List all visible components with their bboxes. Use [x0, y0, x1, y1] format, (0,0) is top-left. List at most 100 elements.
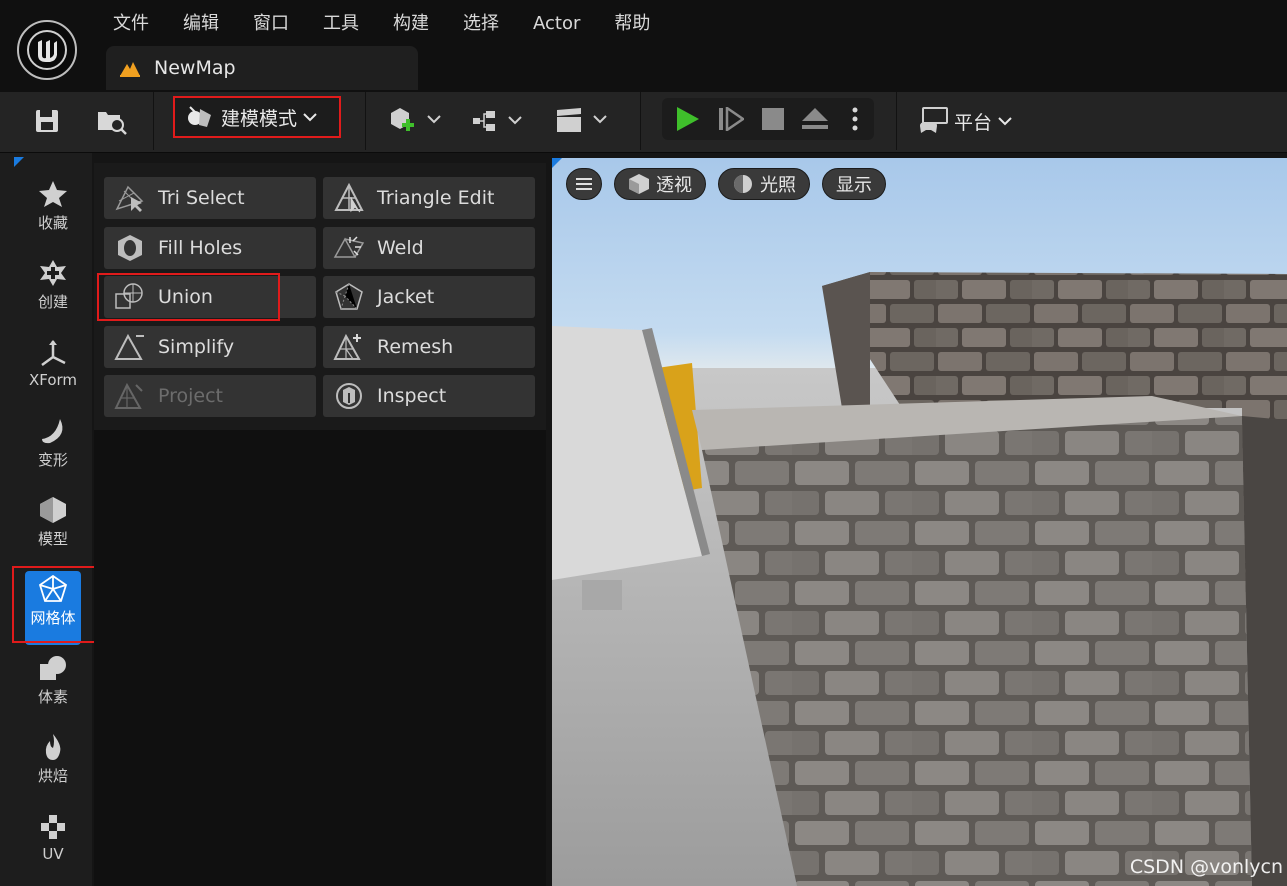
- menu-window[interactable]: 窗口: [236, 10, 306, 40]
- category-uv[interactable]: UV: [10, 800, 96, 876]
- corner-marker-icon: [14, 157, 24, 167]
- category-bake[interactable]: 烘焙: [10, 721, 96, 797]
- blueprint-icon: [473, 111, 522, 131]
- category-label: 创建: [37, 292, 68, 311]
- play-icon[interactable]: [674, 106, 700, 132]
- level-viewport[interactable]: 透视 光照 显示 CSDN @vonlycn: [552, 158, 1287, 886]
- corner-marker-icon: [552, 158, 562, 168]
- level-tab[interactable]: NewMap: [106, 46, 418, 90]
- lighting-icon: [734, 175, 752, 193]
- scene-render: [552, 272, 1287, 886]
- tool-label: Triangle Edit: [377, 187, 495, 209]
- category-deform[interactable]: 变形: [10, 405, 96, 481]
- category-label: 体素: [37, 687, 68, 706]
- tool-details-panel: [94, 430, 546, 886]
- category-mesh[interactable]: 网格体: [10, 563, 96, 639]
- play-controls: [662, 98, 874, 140]
- menu-build[interactable]: 构建: [376, 10, 446, 40]
- add-actor-icon: [391, 108, 441, 131]
- modeling-mode-dropdown[interactable]: 建模模式: [173, 96, 341, 138]
- blueprints-button[interactable]: [471, 108, 527, 134]
- category-label: 烘焙: [37, 766, 68, 785]
- tool-triangle-edit[interactable]: Triangle Edit: [323, 177, 535, 219]
- frame-advance-icon[interactable]: [718, 107, 744, 131]
- tool-label: Tri Select: [158, 187, 245, 209]
- category-label: 网格体: [30, 608, 76, 627]
- save-icon: [36, 110, 58, 132]
- tool-fill-holes[interactable]: Fill Holes: [104, 227, 316, 269]
- triangle-edit-icon: [334, 183, 364, 213]
- perspective-label: 透视: [656, 175, 692, 196]
- hamburger-icon: [576, 178, 592, 190]
- menu-help[interactable]: 帮助: [597, 10, 667, 40]
- viewport-menu-button[interactable]: [566, 168, 602, 200]
- watermark: CSDN @vonlycn: [1129, 856, 1283, 878]
- category-label: UV: [42, 845, 64, 863]
- tool-label: Project: [158, 385, 224, 407]
- tool-jacket[interactable]: Jacket: [323, 276, 535, 318]
- cinematics-button[interactable]: [554, 106, 610, 136]
- menu-file[interactable]: 文件: [96, 10, 166, 40]
- voxel-icon: [40, 655, 66, 680]
- show-button[interactable]: 显示: [822, 168, 886, 200]
- remesh-icon: [333, 333, 361, 360]
- perspective-button[interactable]: 透视: [614, 168, 706, 200]
- chevron-down-icon: [998, 117, 1012, 126]
- add-actor-button[interactable]: [388, 106, 444, 136]
- modeling-mode-label: 建模模式: [221, 107, 298, 130]
- tool-remesh[interactable]: Remesh: [323, 326, 535, 368]
- category-create[interactable]: 创建: [10, 247, 96, 323]
- deform-icon: [42, 418, 63, 443]
- jacket-icon: [335, 283, 363, 310]
- stop-icon[interactable]: [762, 108, 784, 130]
- menu-select[interactable]: 选择: [446, 10, 516, 40]
- platform-icon: [920, 107, 948, 133]
- category-xform[interactable]: XForm: [10, 326, 96, 402]
- chevron-down-icon: [303, 113, 317, 122]
- lighting-button[interactable]: 光照: [718, 168, 810, 200]
- create-icon: [40, 259, 66, 286]
- inspect-icon: [336, 383, 362, 409]
- main-menu: 文件 编辑 窗口 工具 构建 选择 Actor 帮助: [96, 10, 667, 40]
- menu-actor[interactable]: Actor: [516, 10, 597, 40]
- eject-icon[interactable]: [802, 108, 828, 130]
- star-icon: [39, 180, 67, 207]
- category-label: 变形: [37, 450, 68, 469]
- tri-select-icon: [115, 185, 144, 212]
- category-favorites[interactable]: 收藏: [10, 168, 96, 244]
- tool-label: Weld: [377, 237, 424, 259]
- tool-label: Simplify: [158, 336, 235, 358]
- save-button[interactable]: [34, 108, 60, 134]
- category-voxel[interactable]: 体素: [10, 642, 96, 718]
- show-label: 显示: [836, 175, 872, 196]
- simplify-icon: [114, 333, 144, 360]
- fill-holes-icon: [118, 235, 142, 261]
- more-options-icon[interactable]: [852, 107, 858, 131]
- xform-icon: [41, 340, 66, 367]
- menu-tools[interactable]: 工具: [306, 10, 376, 40]
- category-model[interactable]: 模型: [10, 484, 96, 560]
- tool-project[interactable]: Project: [104, 375, 316, 417]
- tool-label: Fill Holes: [158, 237, 243, 259]
- clapperboard-icon: [557, 108, 607, 132]
- cube-icon: [629, 174, 649, 194]
- tool-simplify[interactable]: Simplify: [104, 326, 316, 368]
- model-icon: [40, 496, 66, 523]
- tool-inspect[interactable]: Inspect: [323, 375, 535, 417]
- menu-edit[interactable]: 编辑: [166, 10, 236, 40]
- category-label: 模型: [37, 529, 68, 548]
- bake-icon: [45, 733, 61, 760]
- tool-weld[interactable]: Weld: [323, 227, 535, 269]
- lighting-label: 光照: [760, 175, 796, 196]
- platforms-button[interactable]: 平台: [918, 106, 1012, 136]
- level-icon: [120, 62, 140, 77]
- browse-content-button[interactable]: [96, 106, 128, 136]
- unreal-logo-icon[interactable]: [17, 20, 77, 80]
- modeling-mode-icon: [188, 106, 211, 127]
- category-label: 收藏: [37, 213, 68, 232]
- platform-label: 平台: [954, 111, 993, 134]
- level-tab-label: NewMap: [154, 57, 236, 79]
- project-icon: [114, 382, 143, 409]
- tool-tri-select[interactable]: Tri Select: [104, 177, 316, 219]
- folder-search-icon: [98, 112, 127, 135]
